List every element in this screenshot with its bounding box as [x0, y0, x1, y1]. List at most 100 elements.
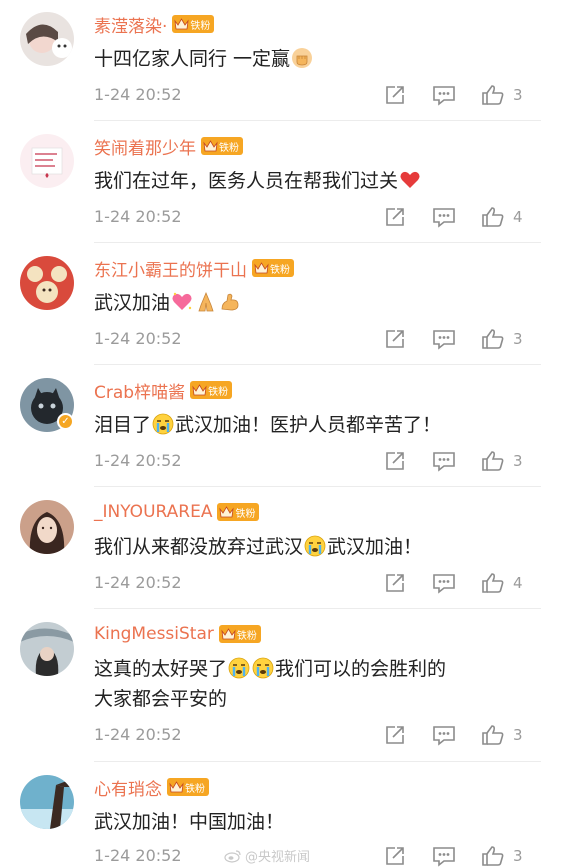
comment-text-content: 武汉加油！中国加油！: [94, 811, 285, 833]
comment-icon[interactable]: [432, 572, 456, 594]
divider: [94, 486, 541, 487]
pray-emoji-icon: [198, 291, 214, 312]
comment-icon[interactable]: [432, 450, 456, 472]
fan-badge-label: 铁粉: [236, 630, 257, 642]
avatar[interactable]: [20, 12, 74, 66]
username[interactable]: _INYOURAREA: [94, 502, 212, 522]
comment-item: ✓ Crab梓喵酱 铁粉 泪目了 武汉加油！医护人员都辛苦了！ 1-24 20:5…: [0, 366, 561, 487]
crying-face-emoji-icon: [252, 657, 274, 679]
timestamp: 1-24 20:52: [94, 846, 182, 865]
comment-text-continued: 武汉加油！: [327, 536, 423, 558]
timestamp: 1-24 20:52: [94, 85, 182, 104]
comment-text-line2: 大家都会平安的: [94, 688, 228, 710]
share-icon[interactable]: [384, 450, 408, 472]
username[interactable]: 心有琑念: [94, 775, 162, 800]
share-icon[interactable]: [384, 845, 408, 867]
comment-text-content: 武汉加油: [94, 292, 171, 314]
like-icon[interactable]: [481, 84, 505, 106]
divider: [94, 242, 541, 243]
fan-badge: 铁粉: [167, 778, 209, 796]
muscle-emoji-icon: [221, 293, 239, 311]
sparkling-heart-emoji-icon: [172, 292, 192, 310]
comment-meta: 1-24 20:52 4: [94, 572, 534, 594]
comment-text: 泪目了 武汉加油！医护人员都辛苦了！: [94, 410, 534, 440]
comment-item: 素滢落染· 铁粉 十四亿家人同行 一定赢 1-24 20:52 3: [0, 0, 561, 121]
avatar[interactable]: [20, 134, 74, 188]
like-icon[interactable]: [481, 328, 505, 350]
comment-icon[interactable]: [432, 206, 456, 228]
like-count: 4: [513, 574, 523, 592]
comment-text-content: 我们从来都没放弃过武汉: [94, 536, 304, 558]
crying-face-emoji-icon: [228, 657, 250, 679]
like-icon[interactable]: [481, 450, 505, 472]
crown-icon: [254, 261, 269, 275]
username[interactable]: 素滢落染·: [94, 12, 167, 37]
like-count: 3: [513, 452, 523, 470]
comment-text-content: 泪目了: [94, 414, 152, 436]
fan-badge: 铁粉: [190, 381, 233, 399]
crying-face-emoji-icon: [304, 535, 326, 557]
comment-text: 武汉加油: [94, 288, 534, 318]
crying-face-emoji-icon: [152, 413, 174, 435]
divider: [94, 120, 541, 121]
username[interactable]: KingMessiStar: [94, 624, 214, 644]
comment-icon[interactable]: [432, 724, 456, 746]
crown-icon: [219, 505, 235, 519]
comment-icon[interactable]: [432, 84, 456, 106]
share-icon[interactable]: [384, 84, 408, 106]
fan-badge-label: 铁粉: [219, 142, 239, 154]
comment-icon[interactable]: [432, 845, 456, 867]
comment-text: 我们从来都没放弃过武汉 武汉加油！: [94, 532, 534, 562]
avatar[interactable]: [20, 622, 74, 676]
comment-item: _INYOURAREA 铁粉 我们从来都没放弃过武汉 武汉加油！ 1-24 20:…: [0, 488, 561, 609]
username[interactable]: 东江小霸王的饼干山: [94, 256, 247, 281]
share-icon[interactable]: [384, 206, 408, 228]
like-count: 3: [513, 330, 523, 348]
comment-text-continued: 我们可以的会胜利的: [275, 658, 447, 680]
comment-icon[interactable]: [432, 328, 456, 350]
fan-badge: 铁粉: [201, 137, 243, 155]
comment-meta: 1-24 20:52 3: [94, 845, 534, 867]
avatar[interactable]: [20, 775, 74, 829]
divider: [94, 364, 541, 365]
comment-text: 武汉加油！中国加油！: [94, 807, 534, 837]
comment-text: 这真的太好哭了 我们可以的会胜利的大家都会平安的: [94, 654, 534, 714]
username[interactable]: Crab梓喵酱: [94, 378, 185, 403]
like-icon[interactable]: [481, 572, 505, 594]
watermark-text: @央视新闻: [245, 850, 311, 865]
watermark: @央视新闻: [224, 846, 310, 865]
comment-text-content: 我们在过年，医务人员在帮我们过关: [94, 170, 399, 192]
crown-icon: [192, 383, 207, 397]
comment-meta: 1-24 20:52 3: [94, 450, 534, 472]
timestamp: 1-24 20:52: [94, 207, 182, 226]
fan-badge-label: 铁粉: [270, 264, 290, 276]
divider: [94, 608, 541, 609]
comment-meta: 1-24 20:52 3: [94, 328, 534, 350]
verified-icon: ✓: [57, 413, 74, 430]
avatar[interactable]: [20, 256, 74, 310]
timestamp: 1-24 20:52: [94, 451, 182, 470]
like-icon[interactable]: [481, 845, 505, 867]
fan-badge-label: 铁粉: [185, 783, 205, 795]
share-icon[interactable]: [384, 724, 408, 746]
comment-item: KingMessiStar 铁粉 这真的太好哭了 我们可以的会胜利的大家都会平安的…: [0, 610, 561, 762]
comment-item: 笑闹着那少年 铁粉 我们在过年，医务人员在帮我们过关 1-24 20:52 4: [0, 122, 561, 243]
comment-text-content: 这真的太好哭了: [94, 658, 228, 680]
like-icon[interactable]: [481, 724, 505, 746]
fan-badge: 铁粉: [217, 503, 260, 521]
avatar[interactable]: [20, 500, 74, 554]
share-icon[interactable]: [384, 572, 408, 594]
comment-text: 我们在过年，医务人员在帮我们过关: [94, 166, 534, 196]
username[interactable]: 笑闹着那少年: [94, 134, 196, 159]
comment-text-content: 十四亿家人同行 一定赢: [94, 48, 291, 70]
crown-icon: [221, 627, 236, 641]
heart-emoji-icon: [400, 171, 420, 188]
share-icon[interactable]: [384, 328, 408, 350]
like-icon[interactable]: [481, 206, 505, 228]
comment-item: 东江小霸王的饼干山 铁粉 武汉加油 1-24 20:52 3: [0, 244, 561, 365]
comment-meta: 1-24 20:52 3: [94, 84, 534, 106]
like-count: 3: [513, 86, 523, 104]
like-count: 3: [513, 726, 523, 744]
crown-icon: [169, 780, 184, 794]
comment-text: 十四亿家人同行 一定赢: [94, 44, 534, 74]
